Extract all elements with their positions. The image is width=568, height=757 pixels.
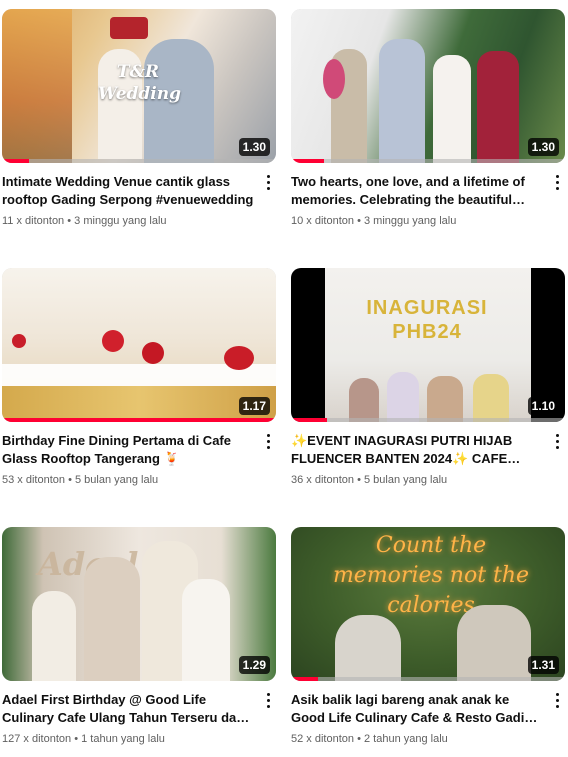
video-title[interactable]: ✨EVENT INAGURASI PUTRI HIJAB FLUENCER BA… (291, 432, 543, 468)
watch-progress-fill (291, 677, 319, 681)
more-options-icon[interactable] (549, 171, 565, 193)
video-duration: 1.29 (238, 656, 270, 674)
video-thumbnail[interactable]: 1.30 (291, 9, 565, 163)
separator-dot: • (357, 474, 361, 486)
video-duration: 1.30 (527, 138, 559, 156)
view-count: 10 x ditonton (291, 215, 354, 227)
more-options-icon[interactable] (549, 689, 565, 711)
video-card[interactable]: INAGURASI PHB24 1.10 ✨EVENT INAGURASI PU… (291, 268, 567, 488)
video-duration: 1.30 (238, 138, 270, 156)
video-stats: 52 x ditonton • 2 tahun yang lalu (291, 732, 543, 747)
watch-progress-bar (291, 159, 565, 163)
video-title[interactable]: Two hearts, one love, and a lifetime of … (291, 173, 543, 209)
more-options-icon[interactable] (260, 430, 276, 452)
separator-dot: • (357, 733, 361, 745)
view-count: 11 x ditonton (2, 215, 65, 227)
watch-progress-fill (2, 418, 276, 422)
video-title[interactable]: Adael First Birthday @ Good Life Culinar… (2, 691, 254, 727)
video-stats: 53 x ditonton • 5 bulan yang lalu (2, 473, 254, 488)
view-count: 53 x ditonton (2, 474, 65, 486)
watch-progress-bar (291, 677, 565, 681)
watch-progress-fill (291, 418, 327, 422)
view-count: 127 x ditonton (2, 733, 72, 745)
video-card[interactable]: Count the memories not the calories 1.31… (291, 527, 567, 747)
thumbnail-overlay-text: T&R Wedding (98, 62, 181, 104)
video-card[interactable]: T&R Wedding 1.30 Intimate Wedding Venue … (2, 9, 278, 229)
video-card[interactable]: Adael 1.29 Adael First Birthday @ Good L… (2, 527, 278, 747)
video-duration: 1.31 (527, 656, 559, 674)
upload-age: 5 bulan yang lalu (74, 474, 159, 486)
video-title[interactable]: Birthday Fine Dining Pertama di Cafe Gla… (2, 432, 254, 468)
video-stats: 10 x ditonton • 3 minggu yang lalu (291, 214, 543, 229)
watch-progress-bar (291, 418, 565, 422)
thumbnail-overlay-text: INAGURASI PHB24 (366, 297, 488, 343)
upload-age: 3 minggu yang lalu (363, 215, 457, 227)
more-options-icon[interactable] (260, 689, 276, 711)
video-card[interactable]: 1.30 Two hearts, one love, and a lifetim… (291, 9, 567, 229)
video-thumbnail[interactable]: INAGURASI PHB24 1.10 (291, 268, 565, 422)
video-stats: 36 x ditonton • 5 bulan yang lalu (291, 473, 543, 488)
video-thumbnail[interactable]: Count the memories not the calories 1.31 (291, 527, 565, 681)
separator-dot: • (357, 215, 361, 227)
upload-age: 1 tahun yang lalu (81, 733, 165, 745)
more-options-icon[interactable] (549, 430, 565, 452)
video-title[interactable]: Intimate Wedding Venue cantik glass roof… (2, 173, 254, 209)
separator-dot: • (67, 215, 72, 227)
video-stats: 11 x ditonton • 3 minggu yang lalu (2, 214, 254, 229)
upload-age: 2 tahun yang lalu (363, 733, 448, 745)
video-duration: 1.17 (238, 397, 270, 415)
separator-dot: • (74, 733, 79, 745)
view-count: 52 x ditonton (291, 733, 354, 745)
video-title[interactable]: Asik balik lagi bareng anak anak ke Good… (291, 691, 543, 727)
watch-progress-fill (291, 159, 324, 163)
view-count: 36 x ditonton (291, 474, 354, 486)
watch-progress-bar (2, 418, 276, 422)
video-card[interactable]: 1.17 Birthday Fine Dining Pertama di Caf… (2, 268, 278, 488)
more-options-icon[interactable] (260, 171, 276, 193)
upload-age: 3 minggu yang lalu (74, 215, 167, 227)
separator-dot: • (68, 474, 72, 486)
video-thumbnail[interactable]: T&R Wedding 1.30 (2, 9, 276, 163)
watch-progress-fill (2, 159, 30, 163)
video-thumbnail[interactable]: 1.17 (2, 268, 276, 422)
video-duration: 1.10 (527, 397, 559, 415)
watch-progress-bar (2, 159, 276, 163)
video-stats: 127 x ditonton • 1 tahun yang lalu (2, 732, 254, 747)
video-thumbnail[interactable]: Adael 1.29 (2, 527, 276, 681)
upload-age: 5 bulan yang lalu (363, 474, 448, 486)
